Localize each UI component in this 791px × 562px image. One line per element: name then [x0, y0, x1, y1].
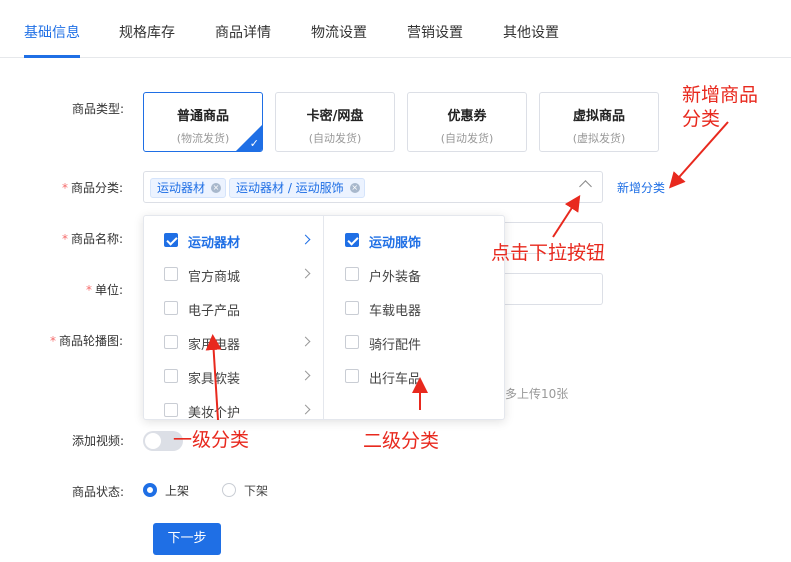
cascader-option[interactable]: 骑行配件 — [325, 325, 504, 359]
annotation-level1: 一级分类 — [173, 429, 250, 451]
tab-spec-stock[interactable]: 规格库存 — [119, 22, 175, 42]
product-form-page: 基础信息 规格库存 商品详情 物流设置 营销设置 其他设置 商品类型: 普通商品… — [0, 0, 791, 562]
status-label: 商品状态: — [72, 485, 125, 499]
type-card-card-key[interactable]: 卡密/网盘 (自动发货) — [275, 92, 395, 152]
cascader-option-label: 户外装备 — [369, 270, 422, 285]
cascader-level1-column: 运动器材 官方商城 电子产品 家用电器 家具软装 美妆个护 — [144, 216, 324, 420]
type-card-virtual[interactable]: 虚拟商品 (虚拟发货) — [539, 92, 659, 152]
cascader-option[interactable]: 电子产品 — [144, 291, 323, 325]
cascader-level2-column: 运动服饰 户外装备 车载电器 骑行配件 出行车品 — [325, 216, 504, 419]
cascader-option[interactable]: 家用电器 — [144, 325, 323, 359]
check-icon: ✓ — [249, 137, 259, 150]
chevron-right-icon — [300, 336, 311, 347]
category-tag-text: 运动器材 / 运动服饰 — [236, 181, 344, 195]
checkbox[interactable] — [164, 335, 178, 349]
category-label: * 商品分类: — [62, 179, 123, 196]
chevron-up-icon[interactable] — [579, 180, 592, 193]
cascader-option[interactable]: 官方商城 — [144, 257, 323, 291]
carousel-label-text: 商品轮播图: — [59, 334, 124, 348]
required-mark: * — [62, 181, 68, 195]
chevron-right-icon — [300, 234, 311, 245]
annotation-dropdown-button: 点击下拉按钮 — [491, 242, 606, 264]
checkbox[interactable] — [345, 267, 359, 281]
cascader-option[interactable]: 家具软装 — [144, 359, 323, 393]
new-category-link[interactable]: 新增分类 — [617, 179, 665, 196]
annotation-new-category: 新增商品 分类 — [682, 84, 759, 130]
video-label: 添加视频: — [72, 434, 125, 448]
cascader-option[interactable]: 户外装备 — [325, 257, 504, 291]
cascader-option-label: 官方商城 — [188, 270, 241, 285]
next-step-button[interactable]: 下一步 — [153, 523, 221, 555]
cascader-option-label: 骑行配件 — [369, 338, 422, 353]
cascader-option[interactable]: 运动器材 — [144, 223, 323, 257]
required-mark: * — [50, 334, 56, 348]
cascader-option-label: 运动器材 — [188, 236, 241, 251]
cascader-option[interactable]: 出行车品 — [325, 359, 504, 393]
cascader-option[interactable]: 车载电器 — [325, 291, 504, 325]
checkbox[interactable] — [345, 335, 359, 349]
radio-dot — [222, 483, 236, 497]
type-card-coupon[interactable]: 优惠券 (自动发货) — [407, 92, 527, 152]
product-name-label: * 商品名称: — [62, 230, 123, 247]
type-card-sub: (虚拟发货) — [572, 132, 626, 145]
tab-product-detail[interactable]: 商品详情 — [215, 22, 271, 42]
tag-close-icon[interactable]: × — [211, 183, 222, 193]
product-name-label-text: 商品名称: — [71, 232, 124, 246]
category-select[interactable]: 运动器材 × 运动器材 / 运动服饰 × — [143, 171, 603, 203]
annotation-level2: 二级分类 — [363, 430, 440, 452]
required-mark: * — [62, 232, 68, 246]
tab-bar: 基础信息 规格库存 商品详情 物流设置 营销设置 其他设置 — [0, 0, 791, 58]
type-card-normal[interactable]: 普通商品 (物流发货) ✓ — [143, 92, 263, 152]
category-label-text: 商品分类: — [71, 181, 124, 195]
category-tag-text: 运动器材 — [157, 181, 206, 195]
chevron-right-icon — [300, 404, 311, 415]
chevron-right-icon — [300, 268, 311, 279]
type-card-sub: (自动发货) — [440, 132, 494, 145]
category-tag: 运动器材 × — [150, 178, 227, 198]
checkbox[interactable] — [345, 301, 359, 315]
product-type-label: 商品类型: — [72, 102, 125, 116]
cascader-option-label: 家用电器 — [188, 338, 241, 353]
type-card-title: 虚拟商品 — [572, 109, 625, 124]
toggle-knob — [145, 433, 161, 449]
radio-dot — [143, 483, 157, 497]
checkbox[interactable] — [164, 267, 178, 281]
checkbox[interactable] — [164, 369, 178, 383]
cascader-option[interactable]: 运动服饰 — [325, 223, 504, 257]
unit-input[interactable] — [490, 273, 603, 305]
cascader-option-label: 电子产品 — [188, 304, 241, 319]
tag-close-icon[interactable]: × — [349, 183, 360, 193]
cascader-option[interactable]: 美妆个护 — [144, 393, 323, 420]
upload-hint: 多上传10张 — [505, 387, 569, 401]
active-tab-indicator — [24, 55, 80, 58]
required-mark: * — [86, 283, 92, 297]
type-card-title: 卡密/网盘 — [306, 109, 364, 124]
checkbox[interactable] — [164, 403, 178, 417]
category-tag: 运动器材 / 运动服饰 × — [229, 178, 365, 198]
checkbox[interactable] — [345, 233, 359, 247]
checkbox[interactable] — [345, 369, 359, 383]
tab-other[interactable]: 其他设置 — [503, 22, 559, 42]
tab-marketing[interactable]: 营销设置 — [407, 22, 463, 42]
tab-logistics[interactable]: 物流设置 — [311, 22, 367, 42]
cascader-option-label: 出行车品 — [369, 372, 422, 387]
type-card-title: 普通商品 — [176, 109, 229, 124]
checkbox[interactable] — [164, 233, 178, 247]
cascader-option-label: 车载电器 — [369, 304, 422, 319]
type-card-sub: (自动发货) — [308, 132, 362, 145]
unit-label-text: 单位: — [95, 283, 124, 297]
radio-label: 上架 — [165, 484, 190, 498]
type-card-title: 优惠券 — [447, 109, 487, 124]
cascader-option-label: 家具软装 — [188, 372, 241, 387]
carousel-label: * 商品轮播图: — [50, 332, 123, 349]
chevron-right-icon — [300, 370, 311, 381]
tab-basic-info[interactable]: 基础信息 — [24, 22, 80, 42]
checkbox[interactable] — [164, 301, 178, 315]
radio-label: 下架 — [244, 484, 269, 498]
unit-label: * 单位: — [86, 281, 123, 298]
cascader-option-label: 美妆个护 — [188, 406, 241, 420]
category-cascader-dropdown: 运动器材 官方商城 电子产品 家用电器 家具软装 美妆个护 运动服饰 户外装备 … — [143, 215, 505, 420]
cascader-option-label: 运动服饰 — [369, 236, 422, 251]
